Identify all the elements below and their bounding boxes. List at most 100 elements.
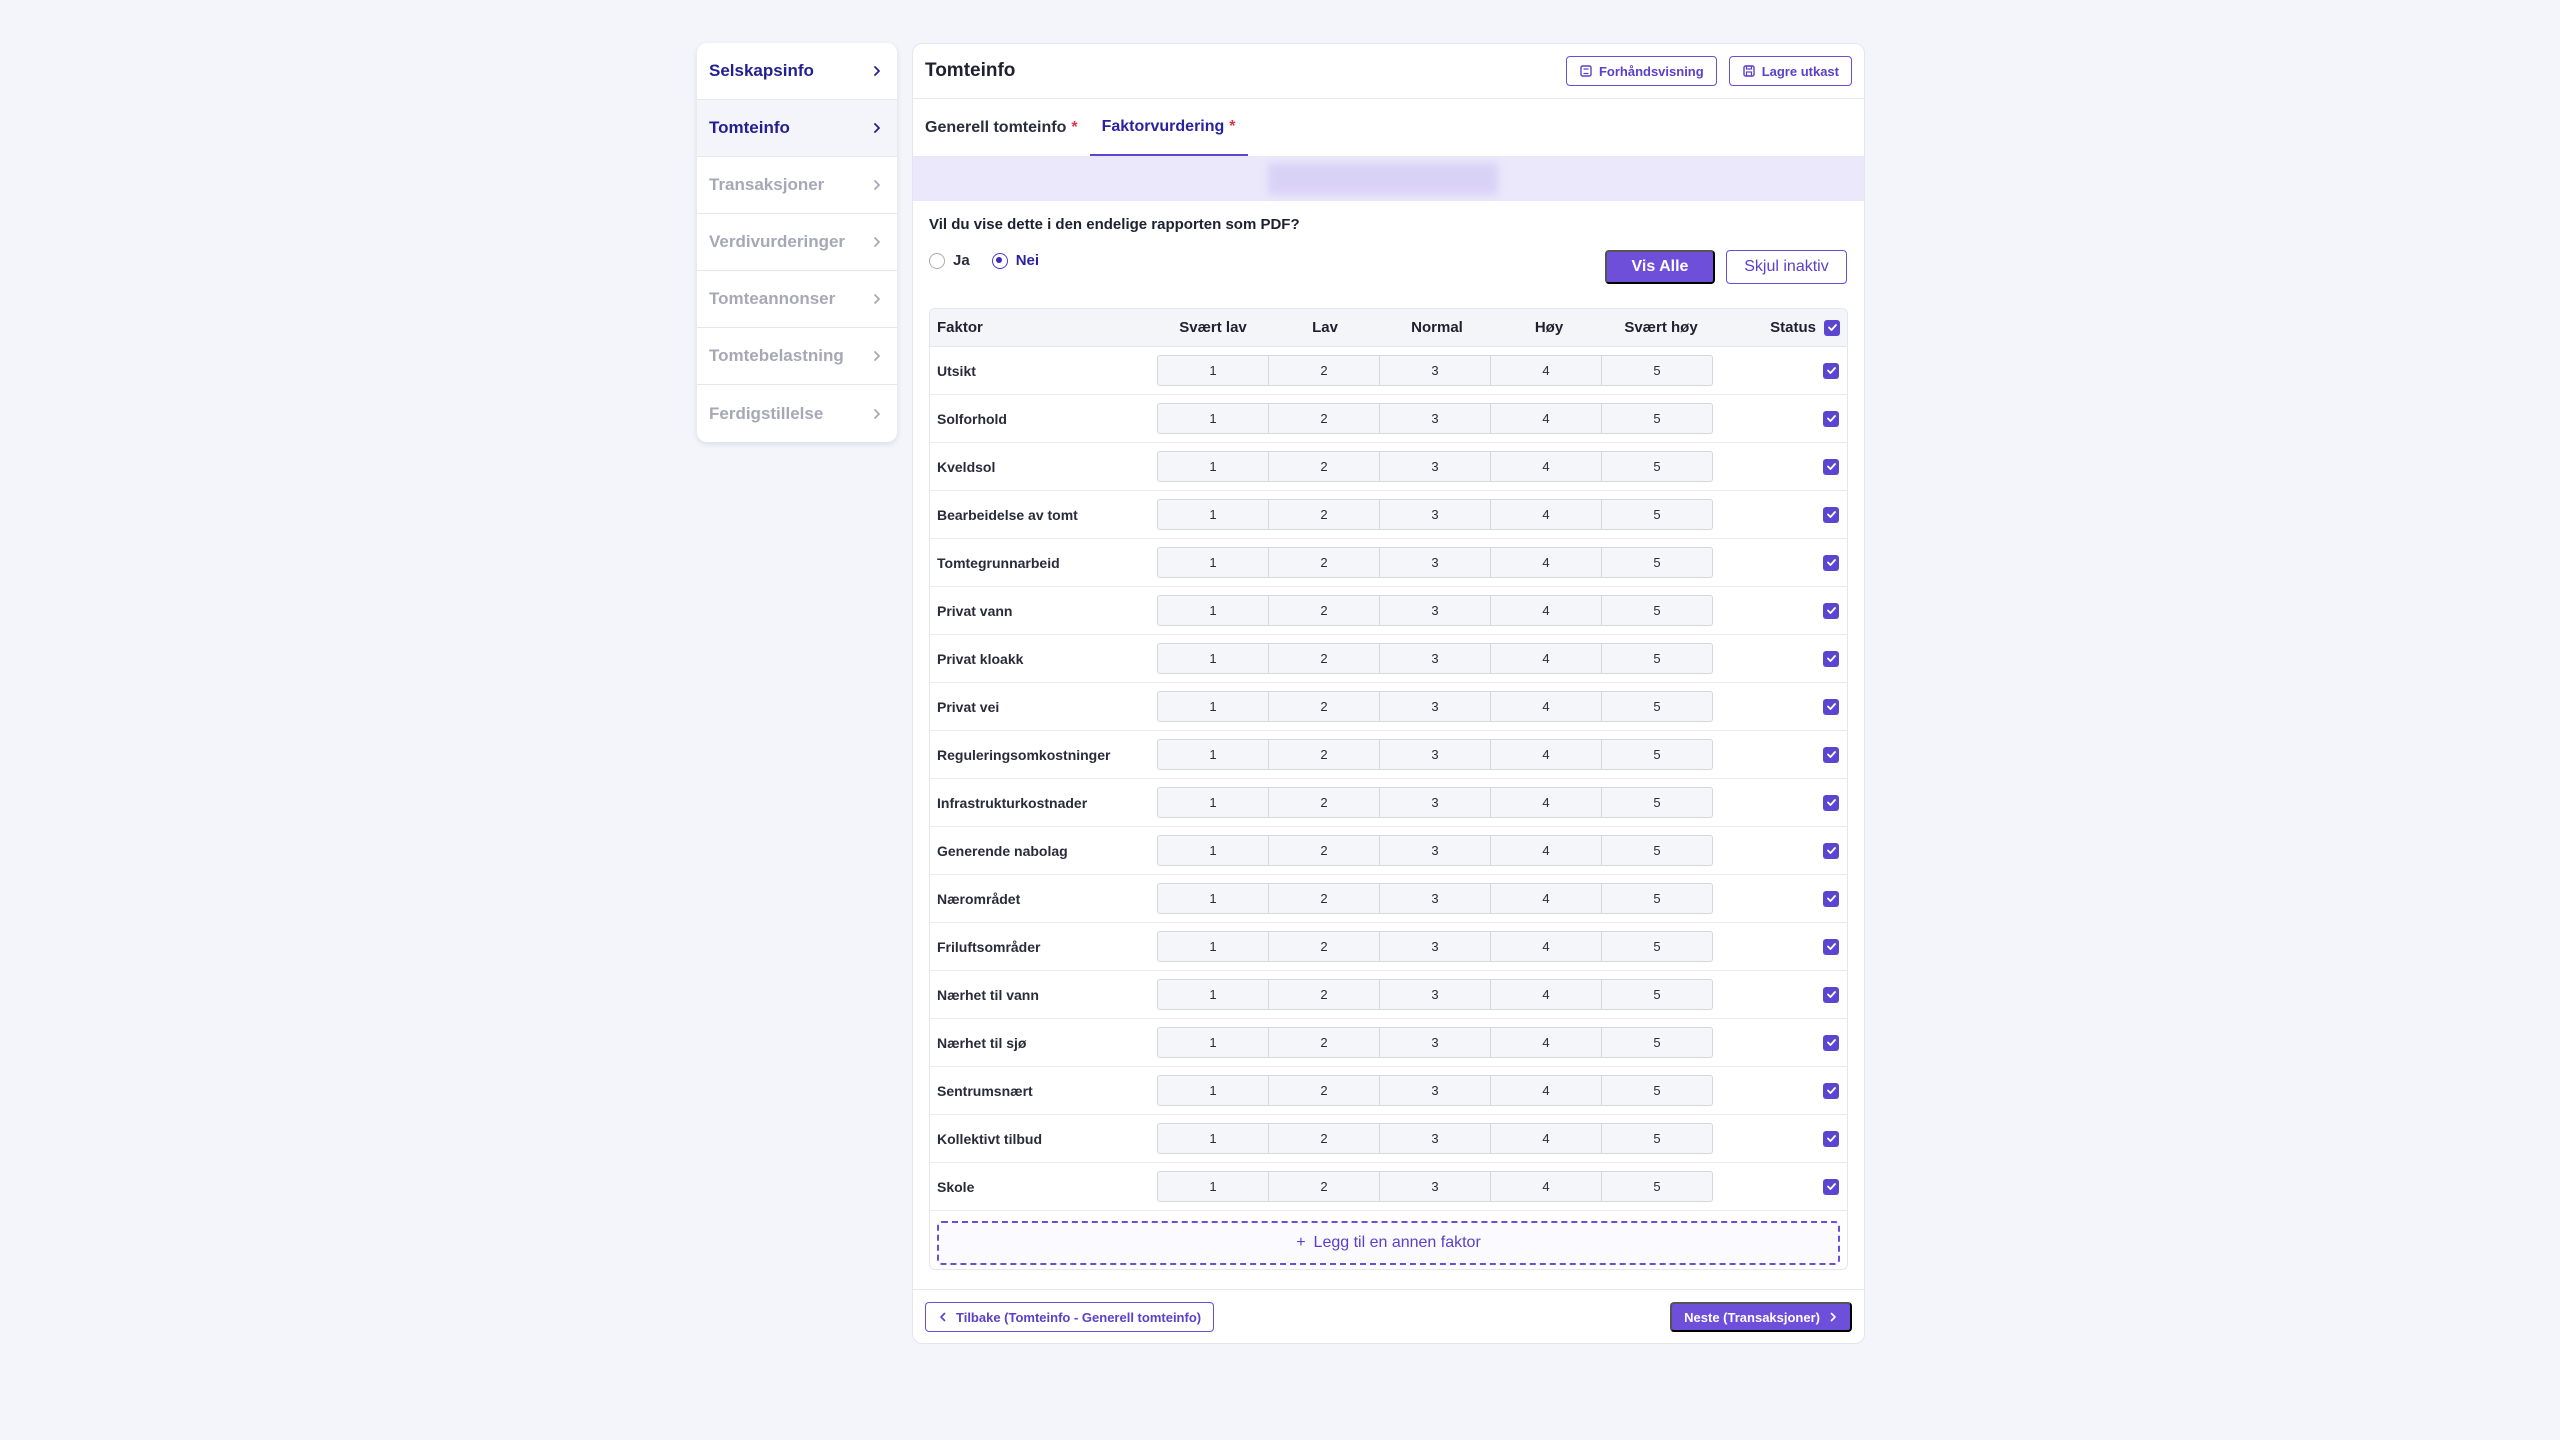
score-option[interactable]: 4 [1490, 691, 1602, 722]
status-checkbox[interactable] [1823, 650, 1839, 667]
score-option[interactable]: 5 [1601, 1075, 1713, 1106]
score-option[interactable]: 1 [1157, 1027, 1269, 1058]
score-option[interactable]: 3 [1379, 883, 1491, 914]
sidebar-item-selskapsinfo[interactable]: Selskapsinfo [697, 43, 897, 100]
score-option[interactable]: 3 [1379, 1171, 1491, 1202]
score-option[interactable]: 1 [1157, 979, 1269, 1010]
score-option[interactable]: 1 [1157, 883, 1269, 914]
score-option[interactable]: 5 [1601, 403, 1713, 434]
sidebar-item-transaksjoner[interactable]: Transaksjoner [697, 157, 897, 214]
score-option[interactable]: 3 [1379, 1027, 1491, 1058]
score-option[interactable]: 3 [1379, 547, 1491, 578]
score-option[interactable]: 1 [1157, 1123, 1269, 1154]
score-option[interactable]: 4 [1490, 787, 1602, 818]
score-option[interactable]: 4 [1490, 1171, 1602, 1202]
status-checkbox[interactable] [1823, 410, 1839, 427]
score-option[interactable]: 1 [1157, 595, 1269, 626]
score-option[interactable]: 5 [1601, 1171, 1713, 1202]
score-option[interactable]: 3 [1379, 643, 1491, 674]
score-option[interactable]: 4 [1490, 883, 1602, 914]
score-option[interactable]: 2 [1268, 355, 1380, 386]
score-option[interactable]: 1 [1157, 355, 1269, 386]
status-checkbox[interactable] [1823, 842, 1839, 859]
score-option[interactable]: 4 [1490, 643, 1602, 674]
score-option[interactable]: 1 [1157, 1171, 1269, 1202]
score-option[interactable]: 4 [1490, 1027, 1602, 1058]
score-option[interactable]: 3 [1379, 787, 1491, 818]
score-option[interactable]: 3 [1379, 499, 1491, 530]
score-option[interactable]: 5 [1601, 835, 1713, 866]
score-option[interactable]: 2 [1268, 1027, 1380, 1058]
status-checkbox[interactable] [1823, 1130, 1839, 1147]
score-option[interactable]: 4 [1490, 403, 1602, 434]
status-checkbox[interactable] [1823, 1082, 1839, 1099]
score-option[interactable]: 1 [1157, 739, 1269, 770]
hide-inactive-button[interactable]: Skjul inaktiv [1726, 250, 1847, 284]
score-option[interactable]: 3 [1379, 595, 1491, 626]
score-option[interactable]: 5 [1601, 1027, 1713, 1058]
score-option[interactable]: 2 [1268, 691, 1380, 722]
status-checkbox[interactable] [1823, 794, 1839, 811]
score-option[interactable]: 2 [1268, 595, 1380, 626]
tab-generell-tomteinfo[interactable]: Generell tomteinfo * [925, 99, 1090, 156]
score-option[interactable]: 5 [1601, 643, 1713, 674]
score-option[interactable]: 1 [1157, 643, 1269, 674]
status-checkbox[interactable] [1823, 362, 1839, 379]
score-option[interactable]: 2 [1268, 1075, 1380, 1106]
add-factor-button[interactable]: + Legg til en annen faktor [937, 1221, 1840, 1265]
status-checkbox[interactable] [1823, 890, 1839, 907]
score-option[interactable]: 5 [1601, 787, 1713, 818]
select-all-checkbox[interactable] [1824, 319, 1840, 336]
score-option[interactable]: 2 [1268, 499, 1380, 530]
score-option[interactable]: 1 [1157, 547, 1269, 578]
sidebar-item-verdivurderinger[interactable]: Verdivurderinger [697, 214, 897, 271]
score-option[interactable]: 3 [1379, 403, 1491, 434]
score-option[interactable]: 4 [1490, 451, 1602, 482]
score-option[interactable]: 3 [1379, 931, 1491, 962]
score-option[interactable]: 1 [1157, 787, 1269, 818]
score-option[interactable]: 5 [1601, 451, 1713, 482]
status-checkbox[interactable] [1823, 458, 1839, 475]
score-option[interactable]: 5 [1601, 355, 1713, 386]
score-option[interactable]: 3 [1379, 1123, 1491, 1154]
score-option[interactable]: 4 [1490, 499, 1602, 530]
score-option[interactable]: 2 [1268, 931, 1380, 962]
score-option[interactable]: 5 [1601, 595, 1713, 626]
score-option[interactable]: 3 [1379, 739, 1491, 770]
score-option[interactable]: 2 [1268, 1123, 1380, 1154]
status-checkbox[interactable] [1823, 1178, 1839, 1195]
score-option[interactable]: 1 [1157, 691, 1269, 722]
score-option[interactable]: 1 [1157, 1075, 1269, 1106]
score-option[interactable]: 2 [1268, 835, 1380, 866]
score-option[interactable]: 2 [1268, 979, 1380, 1010]
score-option[interactable]: 5 [1601, 979, 1713, 1010]
status-checkbox[interactable] [1823, 986, 1839, 1003]
score-option[interactable]: 2 [1268, 1171, 1380, 1202]
score-option[interactable]: 4 [1490, 595, 1602, 626]
sidebar-item-tomtebelastning[interactable]: Tomtebelastning [697, 328, 897, 385]
score-option[interactable]: 4 [1490, 739, 1602, 770]
radio-ja[interactable]: Ja [929, 252, 970, 269]
back-button[interactable]: Tilbake (Tomteinfo - Generell tomteinfo) [925, 1302, 1215, 1332]
preview-button[interactable]: Forhåndsvisning [1565, 56, 1717, 86]
status-checkbox[interactable] [1823, 506, 1839, 523]
status-checkbox[interactable] [1823, 746, 1839, 763]
score-option[interactable]: 2 [1268, 547, 1380, 578]
score-option[interactable]: 4 [1490, 835, 1602, 866]
radio-nei[interactable]: Nei [991, 252, 1039, 269]
score-option[interactable]: 5 [1601, 1123, 1713, 1154]
score-option[interactable]: 4 [1490, 1123, 1602, 1154]
score-option[interactable]: 3 [1379, 355, 1491, 386]
sidebar-item-ferdigstillelse[interactable]: Ferdigstillelse [697, 385, 897, 442]
score-option[interactable]: 1 [1157, 835, 1269, 866]
score-option[interactable]: 1 [1157, 931, 1269, 962]
score-option[interactable]: 5 [1601, 883, 1713, 914]
next-button[interactable]: Neste (Transaksjoner) [1670, 1302, 1852, 1332]
score-option[interactable]: 4 [1490, 979, 1602, 1010]
score-option[interactable]: 3 [1379, 1075, 1491, 1106]
score-option[interactable]: 3 [1379, 979, 1491, 1010]
score-option[interactable]: 5 [1601, 739, 1713, 770]
sidebar-item-tomteinfo[interactable]: Tomteinfo [697, 100, 897, 157]
score-option[interactable]: 2 [1268, 403, 1380, 434]
status-checkbox[interactable] [1823, 938, 1839, 955]
